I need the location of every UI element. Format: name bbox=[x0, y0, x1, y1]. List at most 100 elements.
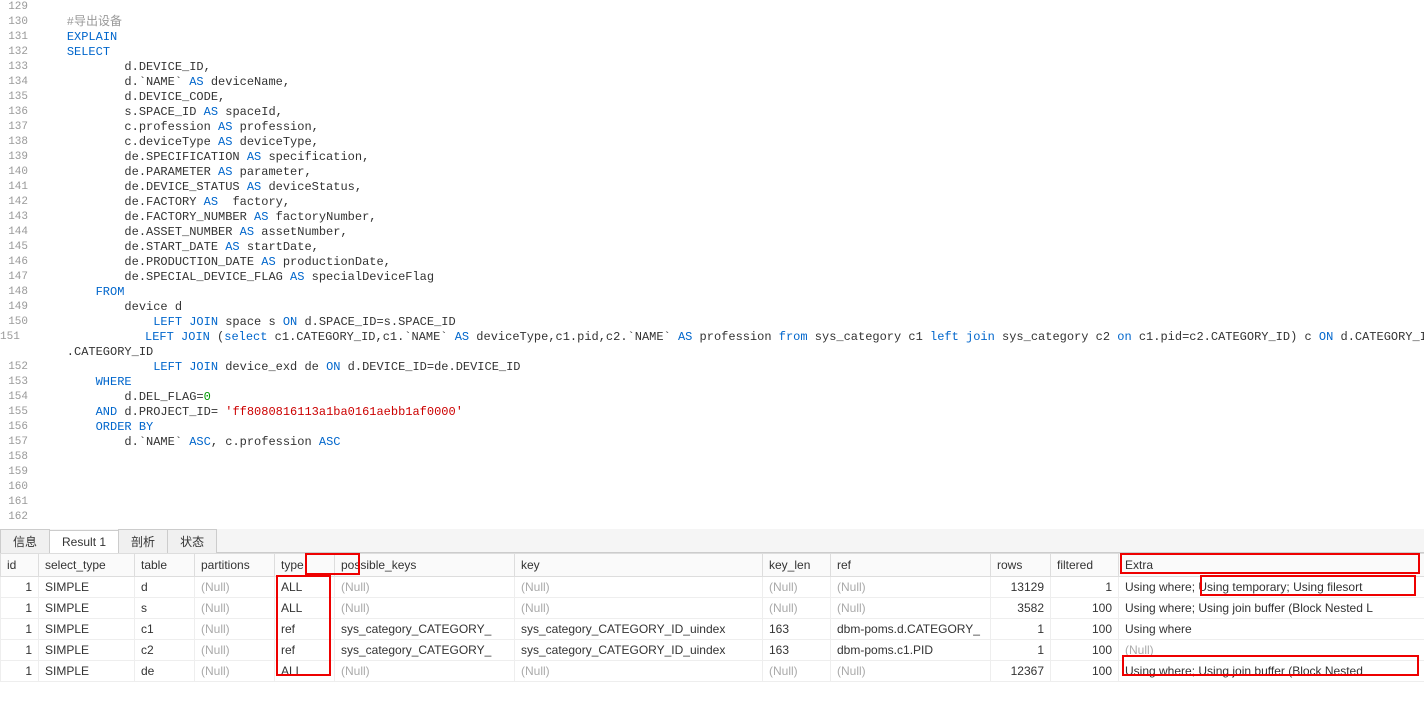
code-line[interactable]: 156 ORDER BY bbox=[0, 420, 1424, 435]
code-line[interactable]: .CATEGORY_ID bbox=[0, 345, 1424, 360]
code-content[interactable]: c.profession AS profession, bbox=[38, 120, 1424, 135]
code-content[interactable] bbox=[38, 450, 1424, 465]
code-line[interactable]: 142 de.FACTORY AS factory, bbox=[0, 195, 1424, 210]
code-content[interactable]: d.DEL_FLAG=0 bbox=[38, 390, 1424, 405]
code-line[interactable]: 134 d.`NAME` AS deviceName, bbox=[0, 75, 1424, 90]
cell: dbm-poms.c1.PID bbox=[831, 640, 991, 661]
code-content[interactable]: device d bbox=[38, 300, 1424, 315]
code-content[interactable]: FROM bbox=[38, 285, 1424, 300]
code-line[interactable]: 143 de.FACTORY_NUMBER AS factoryNumber, bbox=[0, 210, 1424, 225]
code-line[interactable]: 146 de.PRODUCTION_DATE AS productionDate… bbox=[0, 255, 1424, 270]
code-line[interactable]: 138 c.deviceType AS deviceType, bbox=[0, 135, 1424, 150]
code-content[interactable]: de.ASSET_NUMBER AS assetNumber, bbox=[38, 225, 1424, 240]
code-content[interactable] bbox=[38, 495, 1424, 510]
code-content[interactable]: ORDER BY bbox=[38, 420, 1424, 435]
code-content[interactable]: c.deviceType AS deviceType, bbox=[38, 135, 1424, 150]
line-number: 145 bbox=[0, 240, 38, 255]
code-content[interactable]: LEFT JOIN device_exd de ON d.DEVICE_ID=d… bbox=[38, 360, 1424, 375]
code-content[interactable]: de.SPECIFICATION AS specification, bbox=[38, 150, 1424, 165]
code-content[interactable] bbox=[38, 465, 1424, 480]
code-line[interactable]: 139 de.SPECIFICATION AS specification, bbox=[0, 150, 1424, 165]
table-row[interactable]: 1SIMPLEde(Null)ALL(Null)(Null)(Null)(Nul… bbox=[1, 661, 1424, 682]
code-line[interactable]: 141 de.DEVICE_STATUS AS deviceStatus, bbox=[0, 180, 1424, 195]
code-content[interactable]: de.START_DATE AS startDate, bbox=[38, 240, 1424, 255]
code-content[interactable]: WHERE bbox=[38, 375, 1424, 390]
code-content[interactable]: de.DEVICE_STATUS AS deviceStatus, bbox=[38, 180, 1424, 195]
tab-profile[interactable]: 剖析 bbox=[118, 529, 168, 553]
column-header-key[interactable]: key bbox=[515, 554, 763, 577]
code-line[interactable]: 160 bbox=[0, 480, 1424, 495]
code-line[interactable]: 129 bbox=[0, 0, 1424, 15]
column-header-rows[interactable]: rows bbox=[991, 554, 1051, 577]
column-header-extra[interactable]: Extra bbox=[1119, 554, 1424, 577]
table-row[interactable]: 1SIMPLEs(Null)ALL(Null)(Null)(Null)(Null… bbox=[1, 598, 1424, 619]
cell: SIMPLE bbox=[39, 619, 135, 640]
code-line[interactable]: 148 FROM bbox=[0, 285, 1424, 300]
code-line[interactable]: 133 d.DEVICE_ID, bbox=[0, 60, 1424, 75]
code-content[interactable]: d.DEVICE_CODE, bbox=[38, 90, 1424, 105]
table-row[interactable]: 1SIMPLEd(Null)ALL(Null)(Null)(Null)(Null… bbox=[1, 577, 1424, 598]
code-content[interactable]: de.PRODUCTION_DATE AS productionDate, bbox=[38, 255, 1424, 270]
code-content[interactable]: d.`NAME` AS deviceName, bbox=[38, 75, 1424, 90]
column-header-key_len[interactable]: key_len bbox=[763, 554, 831, 577]
code-line[interactable]: 132 SELECT bbox=[0, 45, 1424, 60]
sql-editor[interactable]: 129130 #导出设备131 EXPLAIN132 SELECT133 d.D… bbox=[0, 0, 1424, 529]
code-line[interactable]: 161 bbox=[0, 495, 1424, 510]
code-content[interactable]: EXPLAIN bbox=[38, 30, 1424, 45]
code-line[interactable]: 159 bbox=[0, 465, 1424, 480]
code-line[interactable]: 155 AND d.PROJECT_ID= 'ff8080816113a1ba0… bbox=[0, 405, 1424, 420]
code-content[interactable]: de.SPECIAL_DEVICE_FLAG AS specialDeviceF… bbox=[38, 270, 1424, 285]
code-line[interactable]: 135 d.DEVICE_CODE, bbox=[0, 90, 1424, 105]
code-line[interactable]: 136 s.SPACE_ID AS spaceId, bbox=[0, 105, 1424, 120]
table-row[interactable]: 1SIMPLEc2(Null)refsys_category_CATEGORY_… bbox=[1, 640, 1424, 661]
line-number: 158 bbox=[0, 450, 38, 465]
code-line[interactable]: 130 #导出设备 bbox=[0, 15, 1424, 30]
column-header-id[interactable]: id bbox=[1, 554, 39, 577]
code-content[interactable]: LEFT JOIN space s ON d.SPACE_ID=s.SPACE_… bbox=[38, 315, 1424, 330]
code-line[interactable]: 162 bbox=[0, 510, 1424, 525]
tab-result1[interactable]: Result 1 bbox=[49, 530, 119, 554]
code-content[interactable]: AND d.PROJECT_ID= 'ff8080816113a1ba0161a… bbox=[38, 405, 1424, 420]
code-line[interactable]: 144 de.ASSET_NUMBER AS assetNumber, bbox=[0, 225, 1424, 240]
column-header-possible_keys[interactable]: possible_keys bbox=[335, 554, 515, 577]
code-content[interactable]: s.SPACE_ID AS spaceId, bbox=[38, 105, 1424, 120]
code-line[interactable]: 150 LEFT JOIN space s ON d.SPACE_ID=s.SP… bbox=[0, 315, 1424, 330]
code-content[interactable]: d.`NAME` ASC, c.profession ASC bbox=[38, 435, 1424, 450]
code-content[interactable] bbox=[38, 510, 1424, 525]
column-header-filtered[interactable]: filtered bbox=[1051, 554, 1119, 577]
code-line[interactable]: 158 bbox=[0, 450, 1424, 465]
tab-status[interactable]: 状态 bbox=[167, 529, 217, 553]
code-content[interactable] bbox=[38, 0, 1424, 15]
code-line[interactable]: 131 EXPLAIN bbox=[0, 30, 1424, 45]
code-line[interactable]: 157 d.`NAME` ASC, c.profession ASC bbox=[0, 435, 1424, 450]
code-content[interactable]: de.FACTORY AS factory, bbox=[38, 195, 1424, 210]
code-line[interactable]: 151 LEFT JOIN (select c1.CATEGORY_ID,c1.… bbox=[0, 330, 1424, 345]
cell: 1 bbox=[991, 619, 1051, 640]
code-content[interactable]: .CATEGORY_ID bbox=[38, 345, 1424, 360]
column-header-partitions[interactable]: partitions bbox=[195, 554, 275, 577]
code-content[interactable]: #导出设备 bbox=[38, 15, 1424, 30]
code-line[interactable]: 147 de.SPECIAL_DEVICE_FLAG AS specialDev… bbox=[0, 270, 1424, 285]
column-header-ref[interactable]: ref bbox=[831, 554, 991, 577]
column-header-type[interactable]: type bbox=[275, 554, 335, 577]
code-content[interactable]: de.FACTORY_NUMBER AS factoryNumber, bbox=[38, 210, 1424, 225]
code-line[interactable]: 154 d.DEL_FLAG=0 bbox=[0, 390, 1424, 405]
code-content[interactable]: d.DEVICE_ID, bbox=[38, 60, 1424, 75]
code-line[interactable]: 137 c.profession AS profession, bbox=[0, 120, 1424, 135]
code-line[interactable]: 140 de.PARAMETER AS parameter, bbox=[0, 165, 1424, 180]
results-panel[interactable]: idselect_typetablepartitionstypepossible… bbox=[0, 553, 1424, 706]
code-content[interactable]: SELECT bbox=[38, 45, 1424, 60]
code-line[interactable]: 153 WHERE bbox=[0, 375, 1424, 390]
code-content[interactable]: de.PARAMETER AS parameter, bbox=[38, 165, 1424, 180]
column-header-select_type[interactable]: select_type bbox=[39, 554, 135, 577]
code-line[interactable]: 149 device d bbox=[0, 300, 1424, 315]
code-content[interactable] bbox=[38, 480, 1424, 495]
code-line[interactable]: 152 LEFT JOIN device_exd de ON d.DEVICE_… bbox=[0, 360, 1424, 375]
column-header-table[interactable]: table bbox=[135, 554, 195, 577]
table-row[interactable]: 1SIMPLEc1(Null)refsys_category_CATEGORY_… bbox=[1, 619, 1424, 640]
cell: sys_category_CATEGORY_ID_uindex bbox=[515, 640, 763, 661]
code-line[interactable]: 145 de.START_DATE AS startDate, bbox=[0, 240, 1424, 255]
code-content[interactable]: LEFT JOIN (select c1.CATEGORY_ID,c1.`NAM… bbox=[30, 330, 1424, 345]
tab-info[interactable]: 信息 bbox=[0, 529, 50, 553]
cell: ALL bbox=[275, 661, 335, 682]
